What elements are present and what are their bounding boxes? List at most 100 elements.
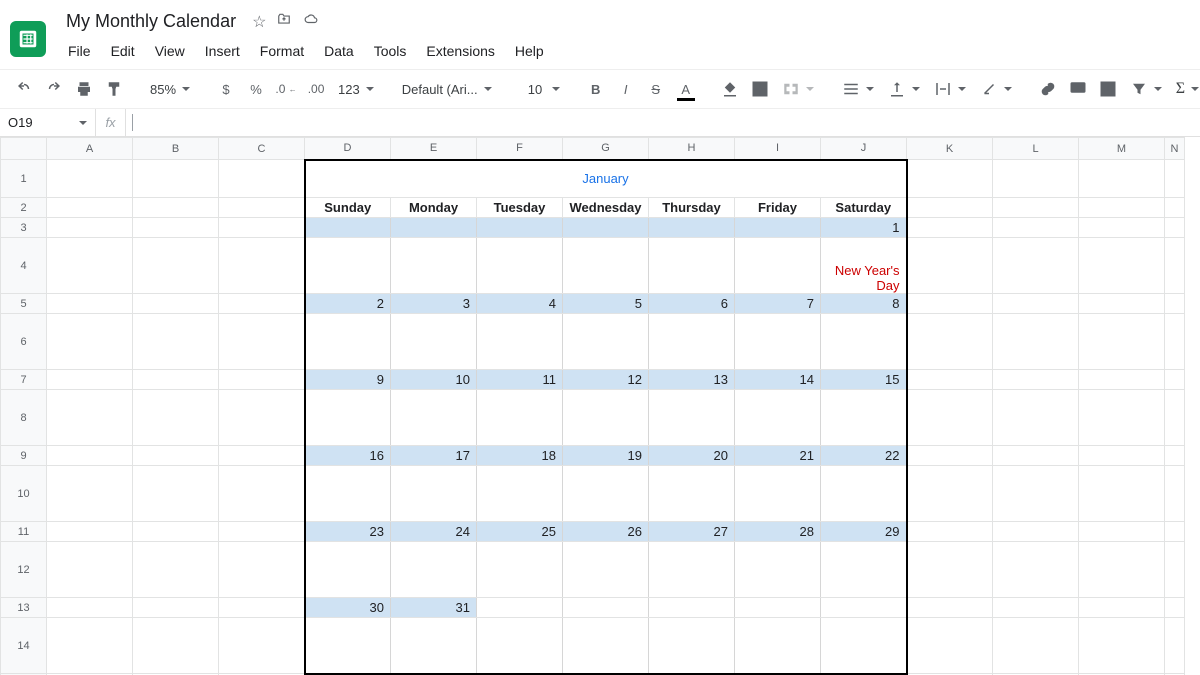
date-cell[interactable]: 13 — [649, 370, 735, 390]
cell[interactable] — [907, 390, 993, 446]
cell[interactable] — [993, 314, 1079, 370]
event-cell[interactable]: New Year's Day — [821, 238, 907, 294]
event-cell[interactable] — [649, 542, 735, 598]
cell[interactable] — [219, 314, 305, 370]
event-cell[interactable] — [821, 466, 907, 522]
cell[interactable] — [47, 446, 133, 466]
borders-icon[interactable] — [746, 75, 774, 103]
row-header[interactable]: 1 — [1, 160, 47, 198]
event-cell[interactable] — [735, 618, 821, 674]
cell[interactable] — [993, 218, 1079, 238]
date-cell[interactable] — [821, 598, 907, 618]
col-header[interactable]: C — [219, 138, 305, 160]
col-header[interactable]: J — [821, 138, 907, 160]
event-cell[interactable] — [563, 618, 649, 674]
cell[interactable] — [219, 218, 305, 238]
cell[interactable] — [1165, 598, 1185, 618]
event-cell[interactable] — [649, 390, 735, 446]
date-cell[interactable]: 4 — [477, 294, 563, 314]
app-logo[interactable] — [10, 21, 46, 57]
row-header[interactable]: 14 — [1, 618, 47, 674]
zoom-dropdown[interactable]: 85% — [144, 82, 196, 97]
cell[interactable] — [993, 446, 1079, 466]
date-cell[interactable] — [391, 218, 477, 238]
cell[interactable] — [47, 522, 133, 542]
cell[interactable] — [133, 218, 219, 238]
col-header[interactable]: N — [1165, 138, 1185, 160]
row-header[interactable]: 8 — [1, 390, 47, 446]
col-header[interactable]: A — [47, 138, 133, 160]
col-header[interactable]: B — [133, 138, 219, 160]
redo-icon[interactable] — [40, 75, 68, 103]
date-cell[interactable]: 27 — [649, 522, 735, 542]
date-cell[interactable]: 28 — [735, 522, 821, 542]
day-header[interactable]: Sunday — [305, 198, 391, 218]
row-header[interactable]: 9 — [1, 446, 47, 466]
menu-edit[interactable]: Edit — [103, 39, 143, 63]
cell[interactable] — [907, 314, 993, 370]
cell[interactable] — [219, 618, 305, 674]
cell[interactable] — [133, 446, 219, 466]
event-cell[interactable] — [305, 542, 391, 598]
date-cell[interactable]: 26 — [563, 522, 649, 542]
event-cell[interactable] — [391, 466, 477, 522]
increase-decimal-icon[interactable]: .00 — [302, 75, 330, 103]
cell[interactable] — [993, 294, 1079, 314]
cell[interactable] — [133, 198, 219, 218]
cell[interactable] — [907, 218, 993, 238]
h-align-dropdown[interactable] — [836, 80, 880, 98]
cell[interactable] — [993, 598, 1079, 618]
move-icon[interactable] — [276, 12, 292, 31]
chart-icon[interactable] — [1094, 75, 1122, 103]
event-cell[interactable] — [821, 542, 907, 598]
day-header[interactable]: Saturday — [821, 198, 907, 218]
cell[interactable] — [133, 370, 219, 390]
cell[interactable] — [907, 542, 993, 598]
event-cell[interactable] — [305, 618, 391, 674]
menu-help[interactable]: Help — [507, 39, 552, 63]
cell[interactable] — [993, 542, 1079, 598]
comment-icon[interactable] — [1064, 75, 1092, 103]
cell[interactable] — [1079, 160, 1165, 198]
row-header[interactable]: 11 — [1, 522, 47, 542]
date-cell[interactable]: 14 — [735, 370, 821, 390]
event-cell[interactable] — [649, 618, 735, 674]
cell[interactable] — [133, 466, 219, 522]
event-cell[interactable] — [391, 238, 477, 294]
cell[interactable] — [993, 618, 1079, 674]
date-cell[interactable]: 25 — [477, 522, 563, 542]
cell[interactable] — [907, 294, 993, 314]
row-header[interactable]: 2 — [1, 198, 47, 218]
date-cell[interactable] — [563, 598, 649, 618]
cell[interactable] — [47, 294, 133, 314]
event-cell[interactable] — [563, 542, 649, 598]
cell[interactable] — [219, 198, 305, 218]
cell[interactable] — [1079, 598, 1165, 618]
cell[interactable] — [1165, 618, 1185, 674]
wrap-dropdown[interactable] — [928, 80, 972, 98]
date-cell[interactable]: 6 — [649, 294, 735, 314]
date-cell[interactable]: 11 — [477, 370, 563, 390]
cell[interactable] — [133, 522, 219, 542]
cell[interactable] — [1079, 238, 1165, 294]
cell[interactable] — [907, 618, 993, 674]
date-cell[interactable]: 2 — [305, 294, 391, 314]
event-cell[interactable] — [477, 542, 563, 598]
date-cell[interactable]: 15 — [821, 370, 907, 390]
cell[interactable] — [1079, 390, 1165, 446]
event-cell[interactable] — [563, 390, 649, 446]
cell[interactable] — [907, 446, 993, 466]
cell[interactable] — [133, 314, 219, 370]
cell[interactable] — [1165, 446, 1185, 466]
cell[interactable] — [1079, 618, 1165, 674]
event-cell[interactable] — [735, 238, 821, 294]
cell[interactable] — [219, 446, 305, 466]
date-cell[interactable]: 23 — [305, 522, 391, 542]
menu-file[interactable]: File — [60, 39, 99, 63]
cell[interactable] — [993, 522, 1079, 542]
cell[interactable] — [907, 522, 993, 542]
date-cell[interactable] — [649, 218, 735, 238]
cell[interactable] — [1165, 238, 1185, 294]
event-cell[interactable] — [391, 314, 477, 370]
cell[interactable] — [47, 598, 133, 618]
